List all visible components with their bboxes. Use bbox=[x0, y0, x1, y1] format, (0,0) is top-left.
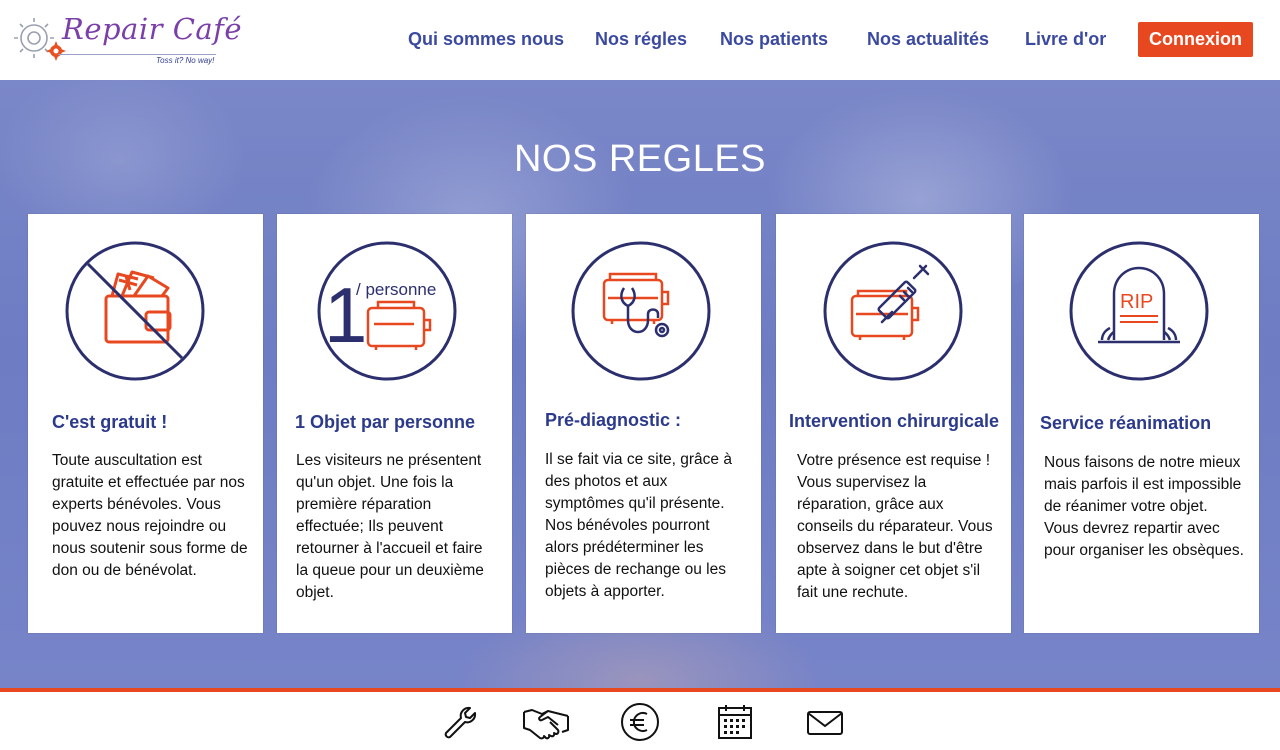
site-header: Repair Café Toss it? No way! Qui sommes … bbox=[0, 0, 1280, 80]
site-logo[interactable]: Repair Café Toss it? No way! bbox=[14, 12, 242, 70]
mail-icon[interactable] bbox=[805, 702, 845, 742]
rule-title: 1 Objet par personne bbox=[295, 412, 476, 432]
rule-text: Les visiteurs ne présentent qu'un objet.… bbox=[296, 452, 484, 601]
handshake-icon[interactable] bbox=[522, 702, 572, 742]
rule-card-one-object: 1 / personne 1 Objet par personne Les vi… bbox=[277, 214, 512, 633]
hero-section: NOS REGLES C'est gratuit ! Toute auscult… bbox=[0, 80, 1280, 689]
rule-title: Intervention chirurgicale bbox=[789, 411, 1000, 431]
syringe-icon bbox=[822, 240, 964, 382]
nav-nos-patients[interactable]: Nos patients bbox=[720, 29, 828, 50]
rule-title: Pré-diagnostic : bbox=[545, 410, 682, 430]
wrench-icon[interactable] bbox=[440, 702, 480, 742]
logo-title: Repair Café bbox=[62, 12, 243, 46]
nav-qui-sommes-nous[interactable]: Qui sommes nous bbox=[408, 29, 564, 50]
logo-underline bbox=[58, 54, 216, 55]
nav-nos-actualites[interactable]: Nos actualités bbox=[867, 29, 989, 50]
rip-text: RIP bbox=[1120, 291, 1153, 313]
nav-nos-regles[interactable]: Nos régles bbox=[595, 29, 687, 50]
euro-icon[interactable] bbox=[620, 702, 660, 742]
rule-card-reanimation: RIP Service réanimation Nous faisons de … bbox=[1024, 214, 1259, 633]
rule-card-free: C'est gratuit ! Toute auscultation est g… bbox=[28, 214, 263, 633]
rule-card-prediagnostic: Pré-diagnostic : Il se fait via ce site,… bbox=[526, 214, 761, 633]
rule-text: Toute auscultation est gratuite et effec… bbox=[52, 452, 248, 579]
icon-per-person-text: / personne bbox=[356, 280, 436, 299]
rule-text: Il se fait via ce site, grâce à des phot… bbox=[545, 451, 732, 600]
rule-card-surgery: Intervention chirurgicale Votre présence… bbox=[776, 214, 1011, 633]
rule-title: C'est gratuit ! bbox=[52, 412, 168, 432]
one-per-person-icon: 1 / personne bbox=[316, 240, 458, 382]
no-money-icon bbox=[64, 240, 206, 382]
tombstone-icon: RIP bbox=[1068, 240, 1210, 382]
login-button[interactable]: Connexion bbox=[1138, 22, 1253, 57]
rule-text: Nous faisons de notre mieux mais parfois… bbox=[1044, 454, 1244, 559]
logo-tagline: Toss it? No way! bbox=[156, 56, 215, 65]
rule-text: Votre présence est requise ! Vous superv… bbox=[797, 452, 993, 601]
calendar-icon[interactable] bbox=[715, 702, 755, 742]
nav-livre-dor[interactable]: Livre d'or bbox=[1025, 29, 1106, 50]
stethoscope-icon bbox=[570, 240, 712, 382]
site-footer bbox=[0, 692, 1280, 750]
page-title: NOS REGLES bbox=[513, 138, 767, 180]
rule-title: Service réanimation bbox=[1040, 413, 1212, 433]
